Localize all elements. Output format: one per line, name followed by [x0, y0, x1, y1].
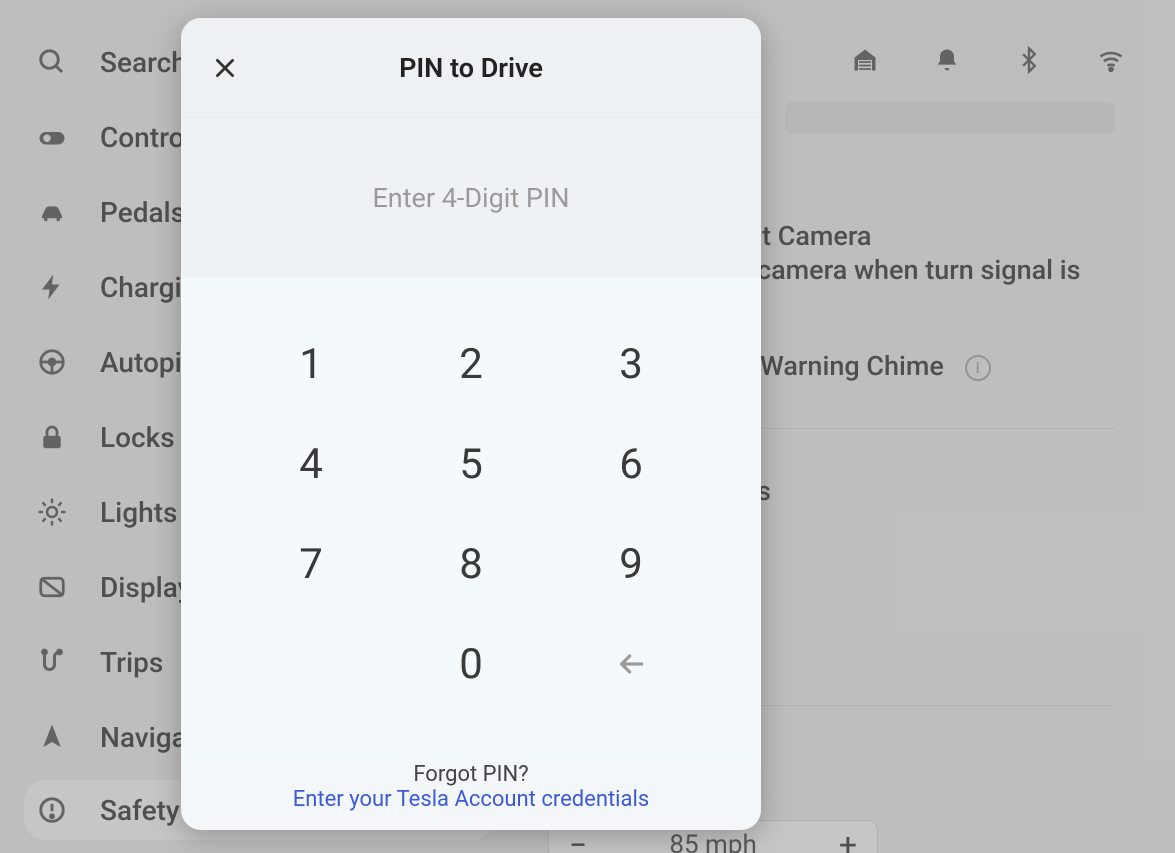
keypad: 1 2 3 4 5 6 7 8 9 0 — [181, 278, 761, 762]
key-9[interactable]: 9 — [571, 524, 691, 604]
backspace-button[interactable] — [571, 624, 691, 704]
key-6[interactable]: 6 — [571, 424, 691, 504]
modal-header: PIN to Drive — [181, 18, 761, 118]
key-7[interactable]: 7 — [251, 524, 371, 604]
pin-prompt: Enter 4-Digit PIN — [181, 118, 761, 278]
key-8[interactable]: 8 — [411, 524, 531, 604]
close-button[interactable] — [205, 48, 245, 88]
key-4[interactable]: 4 — [251, 424, 371, 504]
key-empty — [251, 624, 371, 704]
key-0[interactable]: 0 — [411, 624, 531, 704]
modal-title: PIN to Drive — [399, 52, 543, 84]
pin-modal: PIN to Drive Enter 4-Digit PIN 1 2 3 4 5… — [181, 18, 761, 830]
key-3[interactable]: 3 — [571, 324, 691, 404]
key-1[interactable]: 1 — [251, 324, 371, 404]
forgot-link[interactable]: Enter your Tesla Account credentials — [181, 787, 761, 812]
key-2[interactable]: 2 — [411, 324, 531, 404]
forgot-question: Forgot PIN? — [181, 762, 761, 787]
key-5[interactable]: 5 — [411, 424, 531, 504]
forgot-section: Forgot PIN? Enter your Tesla Account cre… — [181, 762, 761, 830]
